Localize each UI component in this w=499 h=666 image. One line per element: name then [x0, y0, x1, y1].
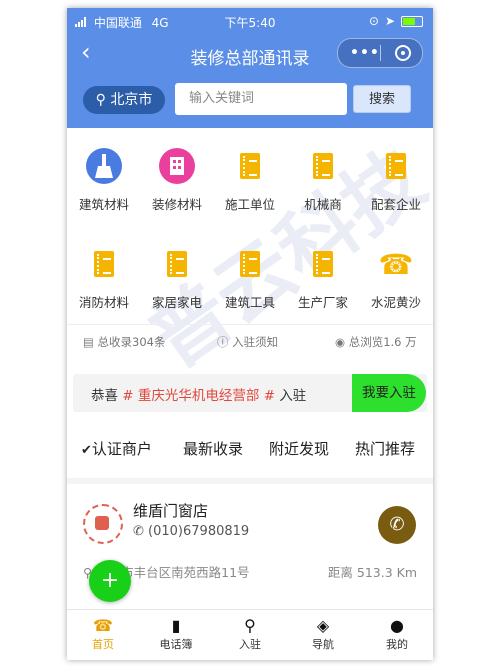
building-icon: [159, 148, 195, 184]
bottom-tabbar: ☎ 首页 ▮ 电话簿 ⚲ 入驻 ◈ 导航 ● 我的: [67, 609, 433, 660]
category-label: 配套企业: [370, 197, 421, 212]
category-label: 装修材料: [151, 197, 202, 212]
status-bar: 中国联通 4G 下午5:40 ⊙ ➤: [67, 8, 433, 34]
category-building-tools[interactable]: 建筑工具: [213, 246, 287, 311]
book-icon: [159, 246, 195, 282]
announcement-hash: #: [263, 388, 276, 404]
nav-bar: ‹ 装修总部通讯录 •••: [67, 34, 433, 74]
mini-program-capsule: •••: [337, 38, 423, 68]
search-button[interactable]: 搜索: [353, 85, 411, 113]
category-label: 水泥黄沙: [370, 295, 421, 310]
announcement-company: 重庆光华机电经营部: [137, 388, 260, 404]
shop-distance: 距离 513.3 Km: [327, 565, 417, 580]
shop-name: 维盾门窗店: [133, 502, 209, 520]
book-icon: [232, 246, 268, 282]
city-selector[interactable]: ⚲ 北京市: [83, 86, 165, 114]
header: 中国联通 4G 下午5:40 ⊙ ➤ ‹ 装修总部通讯录 ••• ⚲ 北京市 输…: [67, 8, 433, 128]
stat-total: ▤ 总收录304条: [83, 334, 165, 350]
list-tabs: ✔认证商户 最新收录 附近发现 热门推荐: [67, 430, 433, 466]
shop-logo: [83, 504, 123, 544]
search-input[interactable]: 输入关键词: [175, 83, 347, 115]
join-button[interactable]: 我要入驻: [352, 374, 426, 412]
eye-icon: ◉: [335, 335, 346, 349]
book-icon: ▮: [171, 616, 181, 635]
category-label: 机械商: [304, 197, 342, 212]
announcement-hash: #: [122, 388, 134, 404]
status-icons: ⊙ ➤: [369, 14, 423, 28]
category-label: 家居家电: [151, 295, 202, 310]
category-label: 建筑工具: [224, 295, 275, 310]
tabbar-label: 导航: [312, 638, 334, 651]
category-label: 生产厂家: [297, 295, 348, 310]
tabbar-label: 首页: [92, 638, 114, 651]
category-building-materials[interactable]: 建筑材料: [67, 148, 141, 213]
broom-icon: [86, 148, 122, 184]
tabbar-label: 入驻: [239, 638, 261, 651]
battery-icon: [401, 15, 423, 27]
book-icon: [305, 246, 341, 282]
stat-total-text: 总收录304条: [97, 335, 166, 349]
tabbar-label: 我的: [386, 638, 408, 651]
category-supporting-companies[interactable]: 配套企业: [359, 148, 433, 213]
user-icon: ●: [390, 616, 404, 635]
book-icon: [378, 148, 414, 184]
tab-verified[interactable]: ✔认证商户: [81, 438, 152, 459]
book-icon: [86, 246, 122, 282]
location-arrow-icon: ➤: [384, 14, 395, 28]
announcement-suffix: 入驻: [279, 388, 307, 404]
phone-screen: 中国联通 4G 下午5:40 ⊙ ➤ ‹ 装修总部通讯录 ••• ⚲ 北京市 输…: [67, 8, 433, 660]
tabbar-join[interactable]: ⚲ 入驻: [220, 616, 280, 652]
stat-notice-text: 入驻须知: [232, 335, 279, 349]
check-badge-icon: ✔: [81, 443, 92, 458]
category-contractors[interactable]: 施工单位: [213, 148, 287, 213]
category-label: 建筑材料: [78, 197, 129, 212]
tabbar-me[interactable]: ● 我的: [367, 616, 427, 652]
tab-latest[interactable]: 最新收录: [183, 438, 243, 459]
tab-label: 认证商户: [91, 440, 152, 458]
shop-phone-text: (010)67980819: [148, 524, 250, 539]
document-icon: ▤: [83, 335, 94, 349]
phone-icon: ✆: [133, 524, 144, 539]
info-icon: ⓘ: [217, 335, 229, 349]
add-button[interactable]: +: [89, 560, 131, 602]
book-icon: [232, 148, 268, 184]
capsule-divider: [380, 45, 381, 61]
category-fire-materials[interactable]: 消防材料: [67, 246, 141, 311]
pin-icon: ⚲: [244, 616, 256, 635]
announcement-text: 恭喜 # 重庆光华机电经营部 # 入驻: [91, 384, 306, 404]
book-icon: [305, 148, 341, 184]
phone-handset-icon: ✆: [389, 514, 405, 535]
close-target-icon[interactable]: [395, 45, 411, 61]
category-label: 消防材料: [78, 295, 129, 310]
shop-phone: ✆ (010)67980819: [133, 524, 249, 539]
more-icon[interactable]: •••: [350, 45, 380, 61]
category-label: 施工单位: [224, 197, 275, 212]
category-decoration-materials[interactable]: 装修材料: [140, 148, 214, 213]
tabbar-navigation[interactable]: ◈ 导航: [293, 616, 353, 652]
category-cement-sand[interactable]: ☎ 水泥黄沙: [359, 246, 433, 311]
tabbar-phonebook[interactable]: ▮ 电话簿: [146, 616, 206, 652]
announcement-prefix: 恭喜: [91, 388, 118, 404]
stat-views: ◉ 总浏览1.6 万: [335, 334, 417, 350]
location-pin-icon: ⚲: [95, 92, 106, 108]
stat-views-text: 总浏览1.6 万: [348, 335, 417, 349]
category-home-appliances[interactable]: 家居家电: [140, 246, 214, 311]
phone-icon: ☎: [93, 616, 113, 635]
tab-popular[interactable]: 热门推荐: [355, 438, 415, 459]
call-button[interactable]: ✆: [378, 506, 416, 544]
lock-rotation-icon: ⊙: [368, 14, 379, 28]
stats-bar: ▤ 总收录304条 ⓘ 入驻须知 ◉ 总浏览1.6 万: [67, 324, 433, 357]
phone-icon: ☎: [378, 247, 414, 281]
category-machinery[interactable]: 机械商: [286, 148, 360, 213]
category-manufacturers[interactable]: 生产厂家: [286, 246, 360, 311]
tab-nearby[interactable]: 附近发现: [269, 438, 329, 459]
tabbar-home[interactable]: ☎ 首页: [73, 616, 133, 652]
compass-icon: ◈: [316, 616, 330, 635]
tabbar-label: 电话簿: [159, 638, 193, 651]
stat-notice[interactable]: ⓘ 入驻须知: [217, 334, 278, 350]
city-label: 北京市: [110, 92, 153, 108]
